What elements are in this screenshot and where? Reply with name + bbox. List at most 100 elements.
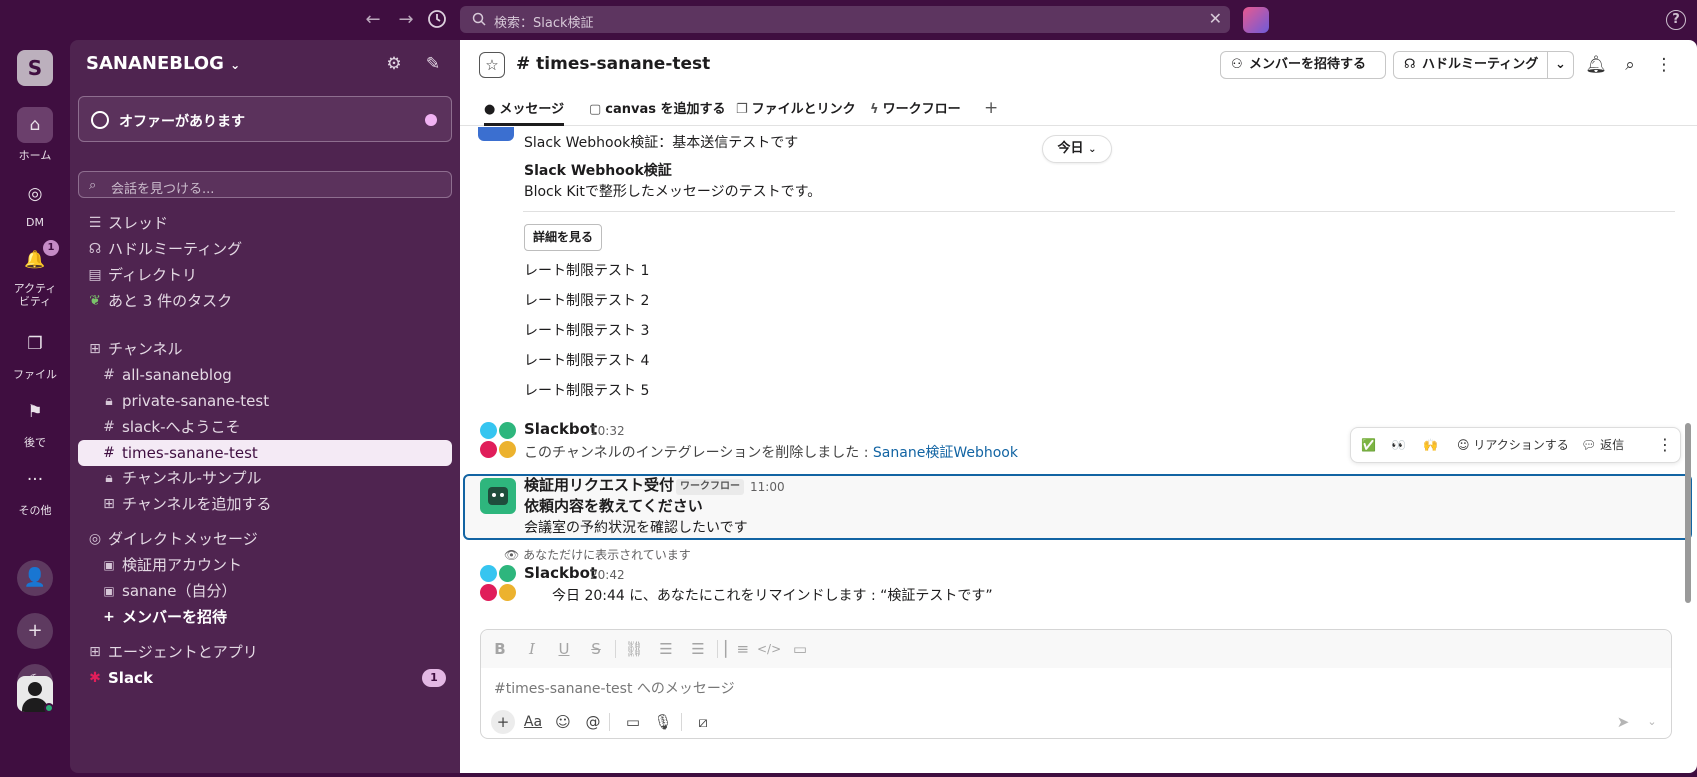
sidebar-channel-times-sanane-test[interactable]: # times-sanane-test: [78, 440, 452, 466]
sidebar-dm-test-account[interactable]: ▣ 検証用アカウント: [78, 552, 452, 578]
raised-hands-reaction-button[interactable]: 🙌: [1423, 428, 1438, 462]
video-icon[interactable]: ▭: [621, 710, 645, 734]
sidebar-channel-slack-welcome[interactable]: # slack-へようこそ: [78, 414, 452, 440]
mention-icon[interactable]: @: [581, 710, 605, 734]
rail-dm[interactable]: ◎ DM: [0, 176, 70, 229]
channel-title[interactable]: # times-sanane-test: [516, 54, 710, 74]
sidebar-item-label: ディレクトリ: [108, 266, 197, 284]
files-icon: ❐: [736, 102, 748, 117]
attach-plus-icon[interactable]: +: [491, 710, 515, 734]
add-workspace-icon[interactable]: +: [17, 613, 53, 649]
workspace-name[interactable]: SANANEBLOG ⌄: [86, 53, 240, 74]
forward-arrow-icon[interactable]: →: [395, 9, 417, 31]
sidebar-app-slack[interactable]: ✱ Slack 1: [78, 665, 452, 691]
tab-files-links[interactable]: ❐ ファイルとリンク: [736, 98, 856, 126]
date-divider-button[interactable]: 今日 ⌄: [1042, 135, 1112, 163]
timestamp[interactable]: 10:32: [590, 424, 625, 438]
hash-icon: #: [103, 445, 115, 461]
apps-section-header[interactable]: ⊞ エージェントとアプリ: [78, 639, 452, 665]
huddle-button[interactable]: ☊ ハドルミーティング ⌄: [1393, 51, 1574, 79]
sidebar-channel-all-sananeblog[interactable]: # all-sananeblog: [78, 362, 452, 388]
search-input[interactable]: 検索：Slack検証 ✕: [460, 6, 1230, 33]
ordered-list-icon[interactable]: ☰: [655, 639, 677, 659]
add-channel-button[interactable]: ⊞ チャンネルを追加する: [78, 491, 452, 517]
message-input[interactable]: #times-sanane-test へのメッセージ: [494, 678, 735, 698]
strikethrough-icon[interactable]: S: [585, 639, 607, 659]
back-arrow-icon[interactable]: ←: [362, 9, 384, 31]
sender-name[interactable]: 検証用リクエスト受付: [524, 474, 674, 495]
more-vertical-icon[interactable]: ⋮: [1650, 51, 1678, 79]
channels-section-header[interactable]: ⊞ チャンネル: [78, 336, 452, 362]
sidebar-item-tasks[interactable]: ❦ あと 3 件のタスク: [78, 288, 452, 314]
sidebar-channel-sample[interactable]: 🔒︎ チャンネル-サンプル: [78, 465, 452, 491]
notification-bell-icon[interactable]: 🔔︎: [1582, 51, 1610, 79]
reply-button[interactable]: 💬︎ 返信: [1581, 428, 1624, 462]
sidebar-item-label: あと 3 件のタスク: [108, 292, 233, 310]
view-details-button[interactable]: 詳細を見る: [524, 224, 603, 251]
rail-home[interactable]: ⌂ ホーム: [0, 107, 70, 163]
sidebar-dm-self[interactable]: ▣ sanane（自分）: [78, 578, 452, 604]
top-bar: ← → 検索：Slack検証 ✕ ?: [0, 0, 1697, 40]
invite-members-header-button[interactable]: ⚇ メンバーを招待する: [1220, 51, 1386, 79]
link-icon[interactable]: ⛓: [623, 639, 645, 659]
tab-add-canvas[interactable]: ▢ canvas を追加する: [589, 98, 726, 126]
send-icon[interactable]: ➤: [1611, 710, 1635, 734]
chevron-down-icon[interactable]: ⌄: [1547, 52, 1573, 78]
find-conversation-input[interactable]: ⌕ 会話を見つける...: [78, 171, 452, 198]
microphone-icon[interactable]: 🎙︎: [651, 710, 675, 734]
compose-icon[interactable]: ✎: [421, 52, 445, 76]
search-icon[interactable]: ⌕: [1616, 51, 1644, 79]
add-reaction-button[interactable]: ☺ リアクションする: [1457, 428, 1569, 462]
code-block-icon[interactable]: ▭: [789, 639, 811, 659]
rail-later[interactable]: ⚑ 後で: [0, 394, 70, 450]
slackbot-avatar[interactable]: [480, 565, 516, 601]
rail-more[interactable]: ··· その他: [0, 462, 70, 518]
text-format-icon[interactable]: Aa: [521, 710, 545, 734]
bulleted-list-icon[interactable]: ☰: [687, 639, 709, 659]
sender-name[interactable]: Slackbot: [524, 420, 597, 438]
sidebar-item-threads[interactable]: ☰ スレッド: [78, 210, 452, 236]
sidebar-item-directory[interactable]: ▤ ディレクトリ: [78, 262, 452, 288]
slash-command-icon[interactable]: ⧄: [691, 710, 715, 734]
tab-messages[interactable]: ● メッセージ: [484, 98, 565, 126]
invite-members-button[interactable]: + メンバーを招待: [78, 604, 452, 630]
send-options-chevron-icon[interactable]: ⌄: [1643, 710, 1661, 734]
slackbot-avatar[interactable]: [480, 422, 516, 458]
history-clock-icon[interactable]: [426, 9, 448, 31]
workspace-avatar[interactable]: S: [17, 50, 53, 86]
sidebar-item-huddles[interactable]: ☊ ハドルミーティング: [78, 236, 452, 262]
more-actions-icon[interactable]: ⋮: [1657, 428, 1673, 462]
star-icon[interactable]: ☆: [479, 52, 505, 78]
dm-section-header[interactable]: ◎ ダイレクトメッセージ: [78, 526, 452, 552]
timestamp[interactable]: 11:00: [750, 480, 785, 494]
block-body: Block Kitで整形したメッセージのテストです。: [524, 184, 822, 200]
bold-icon[interactable]: B: [489, 639, 511, 659]
slack-logo-icon: ✱: [89, 670, 101, 686]
rail-activity[interactable]: 🔔 1 アクティビティ: [0, 240, 70, 308]
offer-banner[interactable]: オファーがあります: [78, 96, 452, 142]
clear-search-icon[interactable]: ✕: [1209, 9, 1222, 28]
italic-icon[interactable]: I: [521, 639, 543, 659]
sidebar-channel-private-sanane-test[interactable]: 🔒︎ private-sanane-test: [78, 388, 452, 414]
add-user-icon[interactable]: 👤: [17, 560, 53, 596]
rail-more-label: その他: [18, 504, 52, 517]
sender-name[interactable]: Slackbot: [524, 564, 597, 582]
check-reaction-button[interactable]: ✅: [1361, 428, 1376, 462]
underline-icon[interactable]: U: [553, 639, 575, 659]
code-icon[interactable]: </>: [757, 639, 781, 659]
blockquote-icon[interactable]: ▏≡: [725, 639, 749, 659]
tab-workflows[interactable]: ϟ ワークフロー: [870, 98, 961, 126]
webhook-link[interactable]: Sanane検証Webhook: [873, 445, 1018, 461]
emoji-icon[interactable]: ☺: [551, 710, 575, 734]
logo-quadrant: [499, 422, 516, 439]
eyes-reaction-button[interactable]: 👀: [1391, 428, 1406, 462]
workflow-bot-avatar[interactable]: [480, 478, 516, 514]
message-scrollbar[interactable]: [1685, 423, 1691, 603]
help-icon[interactable]: ?: [1666, 10, 1686, 30]
settings-gear-icon[interactable]: ⚙: [382, 52, 406, 76]
ai-assistant-icon[interactable]: [1243, 7, 1269, 33]
user-avatar-icon: ▣: [103, 558, 115, 572]
timestamp[interactable]: 20:42: [590, 568, 625, 582]
rail-files[interactable]: ❐ ファイル: [0, 326, 70, 382]
add-tab-plus-icon[interactable]: +: [984, 98, 998, 126]
